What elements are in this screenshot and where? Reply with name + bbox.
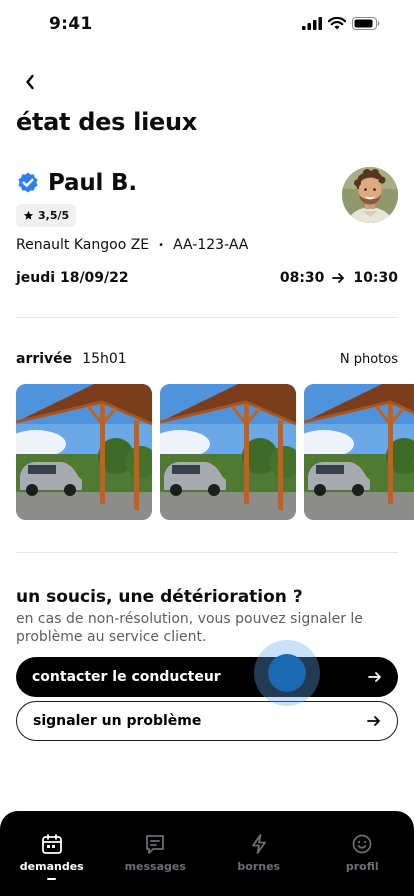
carport-photo <box>304 384 414 520</box>
contact-driver-label: contacter le conducteur <box>32 669 221 685</box>
issue-title: un soucis, une détérioration ? <box>16 587 303 607</box>
driver-avatar[interactable] <box>342 167 398 223</box>
tab-bar: demandes messages bornes profil <box>0 811 414 896</box>
start-time: 08:30 <box>279 270 325 286</box>
driver-header: Paul B. <box>16 170 137 196</box>
arrow-right-icon <box>332 273 345 283</box>
divider <box>16 317 398 318</box>
tab-label: bornes <box>237 860 281 873</box>
vehicle-model: Renault Kangoo ZE <box>16 237 150 253</box>
vehicle-plate: AA-123-AA <box>173 237 249 253</box>
tab-label: messages <box>124 860 186 873</box>
arrival-label: arrivée <box>16 351 73 367</box>
photo-thumbnail[interactable] <box>16 384 152 520</box>
battery-icon <box>352 17 380 30</box>
photo-gallery[interactable] <box>16 384 414 520</box>
chevron-left-icon <box>26 74 34 90</box>
report-problem-label: signaler un problème <box>33 713 202 729</box>
calendar-icon <box>41 834 62 854</box>
arrow-right-icon <box>367 715 381 727</box>
tab-label: demandes <box>19 860 84 873</box>
signal-icon <box>302 17 322 30</box>
issue-description: en cas de non-résolution, vous pouvez si… <box>16 611 363 645</box>
rating-value: 3,5/5 <box>38 209 70 222</box>
tab-profil[interactable]: profil <box>311 811 414 896</box>
wifi-icon <box>328 17 346 30</box>
divider <box>16 552 398 553</box>
arrival-header: arrivée 15h01 N photos <box>16 351 398 367</box>
tab-messages[interactable]: messages <box>104 811 208 896</box>
photo-thumbnail[interactable] <box>304 384 414 520</box>
end-time: 10:30 <box>353 270 398 286</box>
status-bar: 9:41 <box>0 0 414 50</box>
driver-name: Paul B. <box>48 170 137 196</box>
tab-bornes[interactable]: bornes <box>207 811 311 896</box>
tab-demandes[interactable]: demandes <box>0 811 104 896</box>
status-time: 9:41 <box>49 14 93 34</box>
booking-date: jeudi 18/09/22 <box>16 270 129 286</box>
booking-time-range: 08:30 10:30 <box>280 270 398 286</box>
page-title: état des lieux <box>16 108 197 136</box>
touch-indicator <box>254 640 320 706</box>
vehicle-info: Renault Kangoo ZE • AA-123-AA <box>16 237 248 253</box>
message-icon <box>146 835 165 854</box>
bolt-icon <box>251 834 266 854</box>
report-problem-button[interactable]: signaler un problème <box>16 701 398 741</box>
booking-info: jeudi 18/09/22 08:30 10:30 <box>16 270 398 286</box>
carport-photo <box>160 384 296 520</box>
touch-point <box>268 654 306 692</box>
carport-photo <box>16 384 152 520</box>
rating-badge: 3,5/5 <box>16 204 77 227</box>
star-icon <box>23 210 34 220</box>
avatar-portrait <box>342 167 398 223</box>
status-icons <box>302 17 380 30</box>
photo-count: N photos <box>339 351 398 367</box>
back-button[interactable] <box>18 70 42 94</box>
arrow-right-icon <box>368 671 382 683</box>
active-tab-indicator <box>47 878 57 880</box>
photo-thumbnail[interactable] <box>160 384 296 520</box>
vehicle-separator: • <box>158 239 165 251</box>
arrival-time: 15h01 <box>82 351 127 367</box>
smiley-icon <box>352 834 372 854</box>
tab-label: profil <box>345 860 379 873</box>
verified-badge-icon <box>18 172 38 193</box>
contact-driver-button[interactable]: contacter le conducteur <box>16 657 398 697</box>
